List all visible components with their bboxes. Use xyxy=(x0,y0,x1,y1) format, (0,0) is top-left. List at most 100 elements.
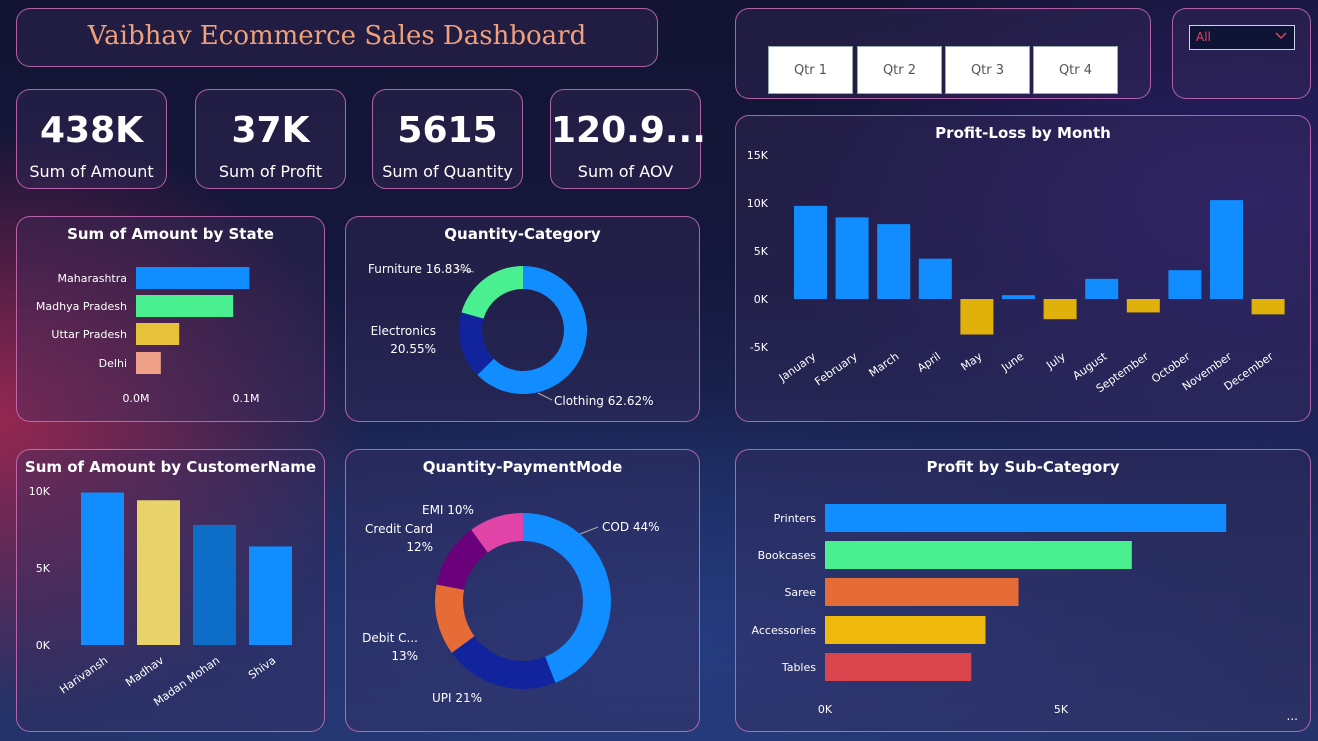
filter-selected-value: All xyxy=(1196,30,1211,44)
qtr-4-button[interactable]: Qtr 4 xyxy=(1033,46,1118,94)
category-label: May xyxy=(959,350,985,374)
category-label: Delhi xyxy=(99,357,127,370)
qtr-1-button[interactable]: Qtr 1 xyxy=(768,46,853,94)
bar xyxy=(1210,200,1243,299)
kpi-card-profit: 37K Sum of Profit xyxy=(195,89,346,189)
state-bar-chart: Maharashtra Madhya Pradesh Uttar Pradesh De… xyxy=(36,267,260,405)
category-label: June xyxy=(998,350,1026,375)
bar xyxy=(1002,295,1035,299)
data-label: UPI 21% xyxy=(432,691,482,705)
bar xyxy=(1085,278,1119,299)
bar xyxy=(825,504,1227,532)
customer-chart-card: Sum of Amount by CustomerName 10K 5K 0K Har… xyxy=(16,449,325,732)
data-label: 20.55% xyxy=(390,342,436,356)
payment-chart-card: Quantity-PaymentMode COD 44% UPI 21% Debit… xyxy=(345,449,700,732)
bar xyxy=(794,205,827,299)
category-label: Saree xyxy=(784,586,816,599)
data-label: Debit C... xyxy=(362,631,418,645)
category-label: Madhav xyxy=(123,654,166,690)
data-label: Furniture 16.83% xyxy=(368,262,471,276)
leader-line xyxy=(579,526,599,535)
donut-slice xyxy=(523,513,611,683)
dashboard-title-card: Vaibhav Ecommerce Sales Dashboard xyxy=(16,8,658,67)
bar xyxy=(825,578,1019,606)
filter-card: All xyxy=(1172,8,1311,99)
data-label: EMI 10% xyxy=(422,503,474,517)
kpi-label: Sum of Profit xyxy=(218,162,323,181)
category-label: Printers xyxy=(774,512,817,525)
category-label: February xyxy=(812,350,860,389)
bar xyxy=(960,299,994,335)
bar xyxy=(825,653,972,681)
data-label: Electronics xyxy=(371,324,436,338)
kpi-value: 37K xyxy=(231,110,310,151)
kpi-card-amount: 438K Sum of Amount xyxy=(16,89,167,189)
tick-label: 5K xyxy=(36,562,51,575)
tick-label: 0K xyxy=(754,293,769,306)
kpi-label: Sum of AOV xyxy=(577,162,674,181)
bar xyxy=(81,492,124,645)
donut-slice xyxy=(451,636,556,689)
bar xyxy=(835,217,869,299)
bar xyxy=(137,500,180,645)
bar xyxy=(918,258,952,299)
category-label: Madhya Pradesh xyxy=(36,300,127,313)
tick-label: 5K xyxy=(1054,703,1069,716)
month-bar-chart: 15K 10K 5K 0K -5K JanuaryFebruary March April Ma… xyxy=(747,149,1285,395)
data-label: Credit Card xyxy=(365,522,433,536)
qtr-3-button[interactable]: Qtr 3 xyxy=(945,46,1030,94)
state-chart-card: Sum of Amount by State Maharashtra Madhya… xyxy=(16,216,325,422)
kpi-label: Sum of Quantity xyxy=(382,162,513,181)
kpi-value: 438K xyxy=(39,110,144,151)
tick-label: 0.0M xyxy=(123,392,150,405)
bar xyxy=(877,224,911,299)
data-label: COD 44% xyxy=(602,520,660,534)
category-label: Accessories xyxy=(752,624,817,637)
data-label: Clothing 62.62% xyxy=(554,394,654,408)
filter-dropdown[interactable]: All xyxy=(1189,25,1295,50)
month-chart-card: Profit-Loss by Month 15K 10K 5K 0K -5K Januar… xyxy=(735,115,1311,422)
tick-label: 10K xyxy=(29,485,51,498)
category-label: Harivansh xyxy=(57,654,110,697)
bar xyxy=(1126,299,1160,313)
tick-label: 5K xyxy=(754,245,769,258)
qtr-2-button[interactable]: Qtr 2 xyxy=(857,46,942,94)
bar xyxy=(249,546,292,645)
bar xyxy=(1251,299,1285,315)
category-label: March xyxy=(866,350,901,380)
category-label: Uttar Pradesh xyxy=(51,328,127,341)
more-options-icon[interactable]: ... xyxy=(1287,709,1298,723)
data-label: 12% xyxy=(406,540,433,554)
tick-label: 0.1M xyxy=(233,392,260,405)
category-label: January xyxy=(776,350,819,385)
tick-label: 0K xyxy=(36,639,51,652)
dashboard-title: Vaibhav Ecommerce Sales Dashboard xyxy=(87,21,587,51)
customer-bar-chart: 10K5K0KHarivansh MadhavMadan Mohan Shiva xyxy=(29,485,292,709)
bar xyxy=(825,541,1132,569)
bar xyxy=(136,352,161,374)
category-label: Tables xyxy=(781,661,816,674)
kpi-card-aov: 120.9... Sum of AOV xyxy=(550,89,706,189)
data-label: 13% xyxy=(391,649,418,663)
category-label: April xyxy=(915,350,943,375)
subcat-bar-chart: Printers Bookcases Saree Accessories Tables 0… xyxy=(752,504,1227,716)
bar xyxy=(136,295,234,317)
payment-donut-chart: COD 44% UPI 21% Debit C... 13% Credit Card 12… xyxy=(362,503,660,705)
category-label: Maharashtra xyxy=(58,272,128,285)
tick-label: 15K xyxy=(747,149,769,162)
leader-line xyxy=(537,392,553,401)
category-donut-chart: Furniture 16.83% Electronics 20.55% Clothin… xyxy=(368,262,654,408)
kpi-value: 5615 xyxy=(397,110,498,151)
subcat-chart-card: Profit by Sub-Category Printers Bookcases… xyxy=(735,449,1311,732)
bar xyxy=(136,323,180,345)
bar xyxy=(825,616,986,644)
kpi-label: Sum of Amount xyxy=(29,162,154,181)
kpi-card-quantity: 5615 Sum of Quantity xyxy=(372,89,523,189)
bar xyxy=(136,267,250,289)
tick-label: 10K xyxy=(747,197,769,210)
tick-label: -5K xyxy=(750,341,769,354)
tick-label: 0K xyxy=(818,703,833,716)
bar xyxy=(1168,270,1202,299)
bar xyxy=(1043,299,1077,320)
quarter-slicer: Qtr 1 Qtr 2 Qtr 3 Qtr 4 xyxy=(735,8,1151,99)
